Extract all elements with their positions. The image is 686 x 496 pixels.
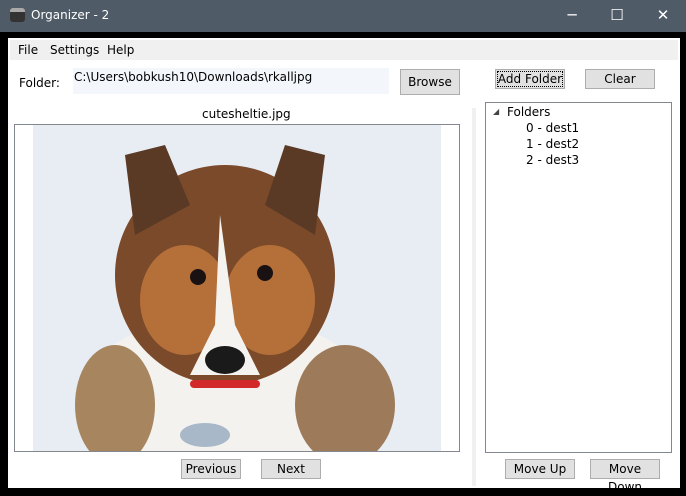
dog-photo	[33, 125, 441, 451]
tree-item[interactable]: 1 - dest2	[526, 137, 579, 151]
image-filename: cutesheltie.jpg	[202, 107, 291, 121]
move-up-button[interactable]: Move Up	[505, 459, 575, 479]
panel-divider	[472, 108, 476, 486]
browse-button[interactable]: Browse	[400, 69, 460, 95]
folder-tree[interactable]: ◢ Folders 0 - dest1 1 - dest2 2 - dest3	[485, 102, 672, 453]
menu-settings[interactable]: Settings	[50, 43, 99, 57]
clear-button[interactable]: Clear	[585, 69, 655, 89]
move-down-button[interactable]: Move Down	[590, 459, 660, 494]
close-button[interactable]: ✕	[640, 0, 686, 32]
folder-label: Folder:	[19, 76, 60, 90]
tree-item[interactable]: 2 - dest3	[526, 153, 579, 167]
tree-item[interactable]: 0 - dest1	[526, 121, 579, 135]
expand-arrow-icon[interactable]: ◢	[493, 107, 499, 116]
window-title: Organizer - 2	[31, 8, 110, 22]
add-folder-button[interactable]: Add Folder	[495, 69, 565, 89]
menu-file[interactable]: File	[18, 43, 38, 57]
folder-path-field[interactable]: C:\Users\bobkush10\Downloads\rkalljpg	[73, 68, 389, 94]
menu-bar: File Settings Help	[10, 40, 678, 60]
image-preview	[14, 124, 460, 452]
maximize-button[interactable]: ☐	[594, 0, 640, 32]
previous-button[interactable]: Previous	[181, 459, 241, 479]
next-button[interactable]: Next	[261, 459, 321, 479]
title-bar: Organizer - 2 ─ ☐ ✕	[0, 0, 686, 32]
main-window: File Settings Help Folder: C:\Users\bobk…	[8, 38, 680, 494]
app-icon	[10, 8, 25, 22]
minimize-button[interactable]: ─	[549, 0, 595, 32]
menu-help[interactable]: Help	[107, 43, 134, 57]
tree-root-folders[interactable]: Folders	[507, 105, 550, 119]
